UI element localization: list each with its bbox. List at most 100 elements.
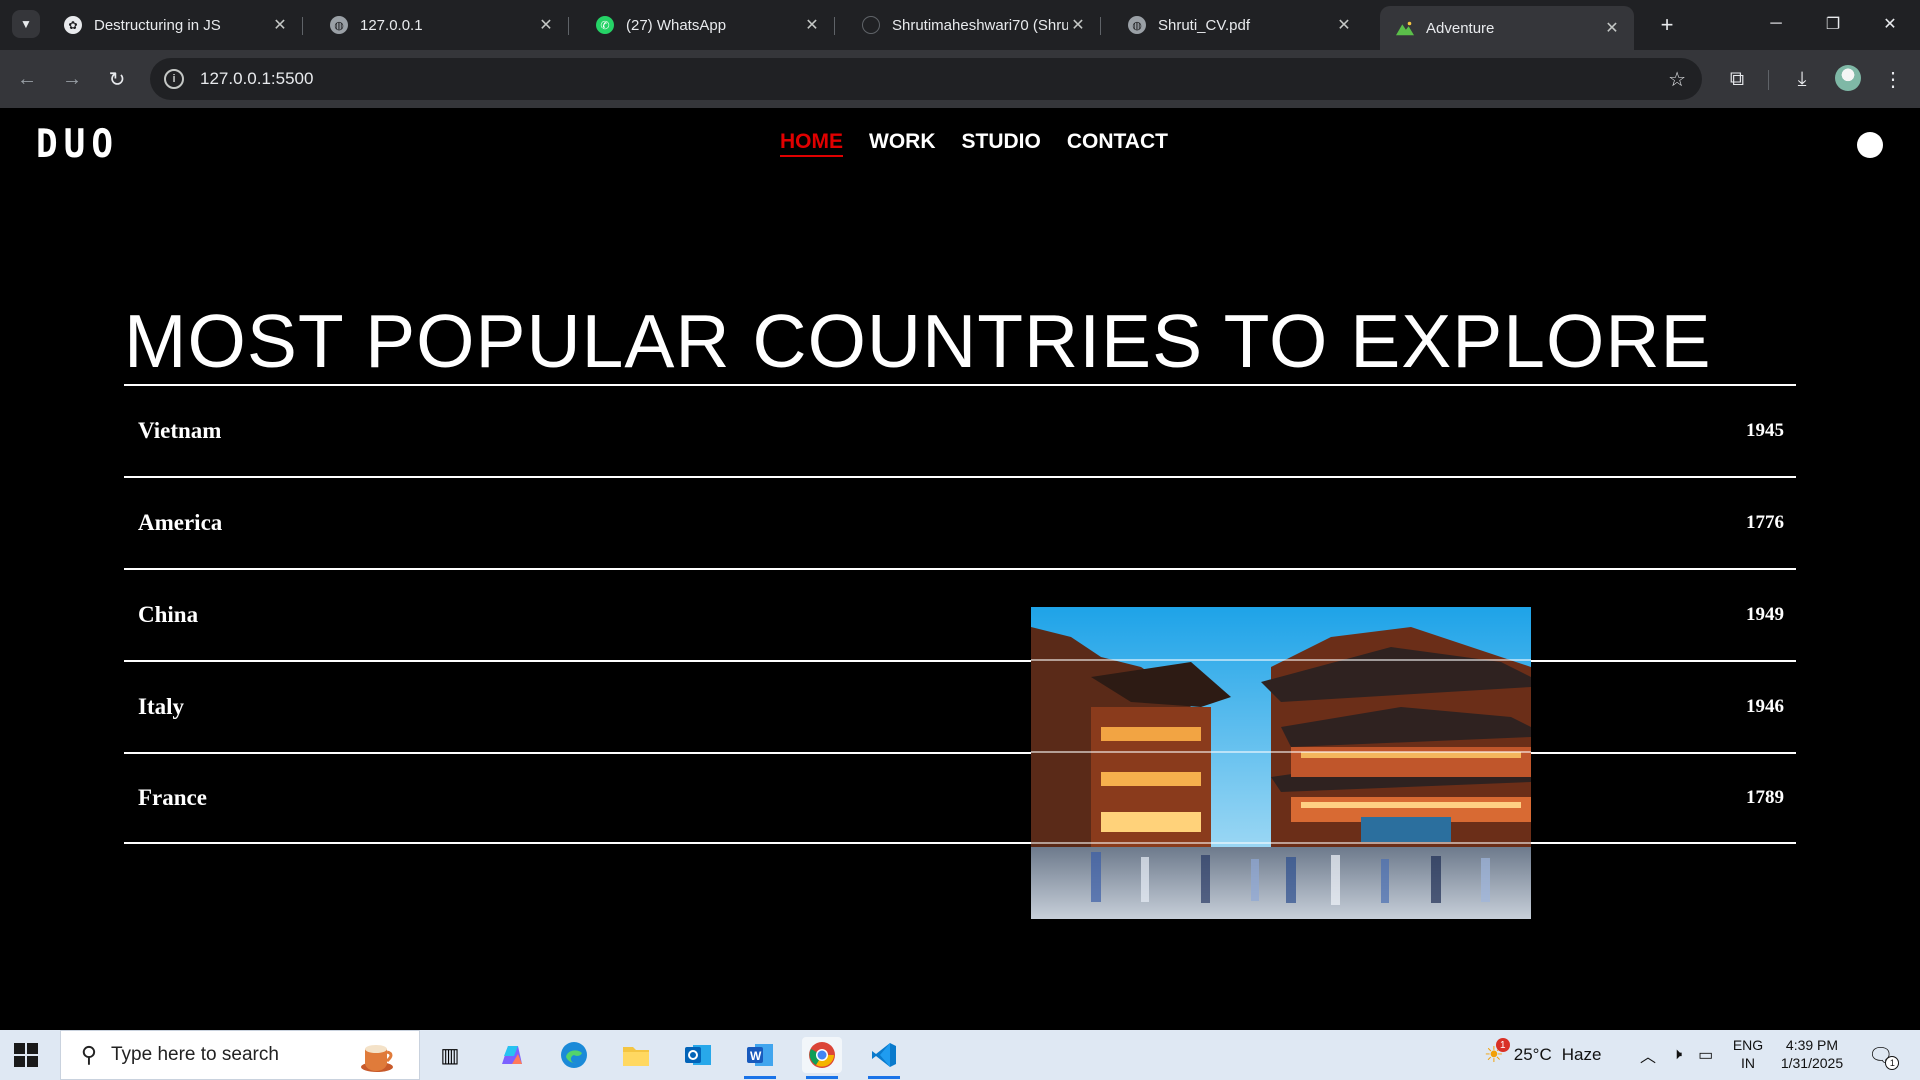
language-indicator[interactable]: ENG IN [1730,1036,1766,1072]
chevron-up-icon[interactable]: ︿ [1640,1043,1656,1067]
country-row-china[interactable]: China 1949 [124,568,1796,660]
country-name: Italy [138,694,184,719]
browser-tab-strip: ▼ ✿ Destructuring in JS ✕ ◍ 127.0.0.1 ✕ … [0,0,1920,50]
country-year: 1776 [1746,512,1784,533]
country-row-france[interactable]: France 1789 [124,752,1796,844]
file-explorer-icon[interactable] [616,1037,656,1073]
back-arrow-icon[interactable]: ← [12,64,42,94]
copilot-icon[interactable] [492,1037,532,1073]
download-icon[interactable]: ⤓ [1787,64,1817,94]
bookmark-star-icon[interactable]: ☆ [1668,67,1686,92]
profile-avatar[interactable] [1835,65,1861,91]
country-year: 1789 [1746,787,1784,808]
country-row-italy[interactable]: Italy 1946 [124,660,1796,752]
vscode-icon[interactable] [864,1037,904,1079]
close-icon[interactable]: ✕ [1334,15,1354,35]
country-year: 1946 [1746,696,1784,717]
weather-condition: Haze [1561,1045,1602,1064]
address-bar[interactable]: i 127.0.0.1:5500 ☆ [150,58,1702,100]
tab-whatsapp[interactable]: ✆ (27) WhatsApp ✕ [580,6,835,44]
nav-contact[interactable]: CONTACT [1067,130,1168,157]
outlook-icon[interactable] [678,1037,718,1073]
tab-title: Adventure [1426,19,1495,37]
close-icon[interactable]: ✕ [1068,15,1088,35]
country-list: Vietnam 1945 America 1776 China 1949 Ita… [124,384,1796,844]
country-name: China [138,602,199,627]
system-tray: ︿ 🕨 ▭ [1640,1030,1713,1080]
tab-search-icon[interactable]: ▼ [12,10,40,38]
task-view-icon[interactable]: ▥ [430,1037,470,1073]
nav-work[interactable]: WORK [869,130,936,157]
globe-icon: ◍ [330,16,348,34]
mountain-icon [1396,19,1414,37]
browser-toolbar: ← → ↻ i 127.0.0.1:5500 ☆ ⧉ ⤓ ⋮ [0,50,1920,108]
whatsapp-icon: ✆ [596,16,614,34]
country-year: 1949 [1746,604,1784,625]
country-row-america[interactable]: America 1776 [124,476,1796,568]
reload-icon[interactable]: ↻ [102,64,132,94]
edge-icon[interactable] [554,1037,594,1073]
weather-temp: 25°C [1513,1045,1552,1064]
clock-time: 4:39 PM [1785,1037,1839,1053]
close-icon[interactable]: ✕ [536,15,556,35]
extensions-icon[interactable]: ⧉ [1722,64,1752,94]
tab-destructuring[interactable]: ✿ Destructuring in JS ✕ [48,6,303,44]
url-text[interactable]: 127.0.0.1:5500 [200,69,313,89]
chrome-icon[interactable] [802,1037,842,1079]
clock[interactable]: 4:39 PM 1/31/2025 [1770,1036,1854,1072]
country-year: 1945 [1746,420,1784,441]
country-name: Vietnam [138,418,222,443]
notifications-icon[interactable]: 🗨 1 [1868,1030,1900,1080]
close-icon[interactable]: ✕ [1602,18,1622,38]
nav-studio[interactable]: STUDIO [962,130,1041,157]
windows-start-icon[interactable] [14,1043,38,1067]
tab-title: (27) WhatsApp [626,16,727,34]
country-name: France [138,785,207,810]
close-icon[interactable]: ✕ [802,15,822,35]
tab-title: Shrutimaheshwari70 (Shruti [892,16,1068,34]
web-page: DUO HOME WORK STUDIO CONTACT MOST POPULA… [0,108,1920,1030]
tab-cv-pdf[interactable]: ◍ Shruti_CV.pdf ✕ [1112,6,1366,44]
weather-widget[interactable]: ☀ 1 25°C Haze [1484,1030,1601,1080]
site-info-icon[interactable]: i [164,69,184,89]
search-placeholder: Type here to search [111,1044,279,1065]
tab-localhost[interactable]: ◍ 127.0.0.1 ✕ [314,6,569,44]
globe-icon: ◍ [1128,16,1146,34]
windows-taskbar: ⚲ Type here to search ▥ W ☀ 1 25°C Haze [0,1030,1920,1080]
weather-badge: 1 [1495,1038,1510,1052]
close-window-icon[interactable]: ✕ [1870,8,1910,40]
country-preview-image [1031,607,1531,919]
country-row-vietnam[interactable]: Vietnam 1945 [124,384,1796,476]
word-icon[interactable]: W [740,1037,780,1079]
country-name: America [138,510,223,535]
tab-title: Shruti_CV.pdf [1158,16,1251,34]
theme-toggle[interactable] [1857,132,1883,158]
close-icon[interactable]: ✕ [270,15,290,35]
language-line2: IN [1741,1055,1755,1071]
tab-github[interactable]: Shrutimaheshwari70 (Shruti ✕ [846,6,1101,44]
weather-icon: ☀ 1 [1484,1038,1510,1068]
svg-text:W: W [750,1049,762,1063]
notification-count: 1 [1885,1055,1900,1070]
speaker-muted-icon[interactable]: 🕨 [1672,1046,1682,1064]
search-icon: ⚲ [80,1042,97,1067]
taskbar-search[interactable]: ⚲ Type here to search [60,1030,420,1080]
site-nav: HOME WORK STUDIO CONTACT [780,130,1168,157]
menu-kebab-icon[interactable]: ⋮ [1878,64,1908,94]
restore-icon[interactable]: ❐ [1813,8,1853,40]
hero-title: MOST POPULAR COUNTRIES TO EXPLORE [124,299,1712,383]
openai-icon: ✿ [64,16,82,34]
tab-title: 127.0.0.1 [360,16,423,34]
tab-adventure[interactable]: Adventure ✕ [1380,6,1634,50]
clock-date: 1/31/2025 [1780,1055,1844,1071]
coffee-mug-icon [361,1045,393,1072]
github-icon [862,16,880,34]
minimize-icon[interactable]: ─ [1756,8,1796,40]
forward-arrow-icon[interactable]: → [57,64,87,94]
language-line1: ENG [1732,1037,1764,1053]
new-tab-button[interactable]: + [1654,12,1680,38]
nav-home[interactable]: HOME [780,130,843,157]
battery-icon[interactable]: ▭ [1698,1045,1713,1065]
tab-title: Destructuring in JS [94,16,221,34]
site-logo[interactable]: DUO [36,122,119,167]
